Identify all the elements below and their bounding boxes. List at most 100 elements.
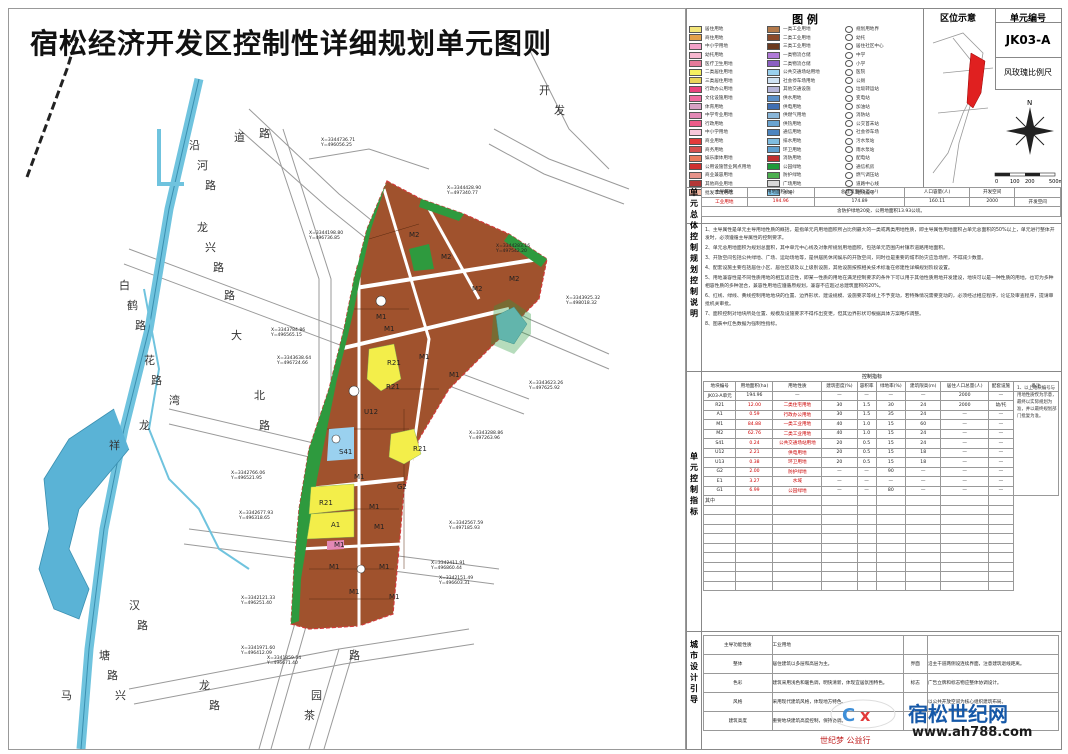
legend-label: 公共交通场站用地 [783, 70, 820, 76]
indicator-cell: 行政办公用地 [772, 409, 823, 420]
road-label: 路 [259, 419, 270, 432]
scale-label: 100 [1010, 179, 1020, 185]
road-label: 开 [539, 84, 550, 97]
legend-swatch [767, 128, 780, 136]
legend-swatch [689, 171, 702, 179]
empty-cell [987, 552, 1015, 563]
urban-design-cell: 建筑采用浅色和暖色调，明快清新，体现宜居氛围特色。 [771, 673, 904, 693]
legend-label: 二类工业用地 [783, 35, 811, 41]
legend-swatch [767, 137, 780, 145]
legend-col-3: 规划用地界 幼托 居住社区中心 中学 小学 医院 公厕 垃圾转运站 变电站 加油站 消防站 公交首末站… [845, 25, 923, 197]
legend-swatch [767, 34, 780, 42]
legend-item: 一类物流仓储 [767, 51, 845, 60]
legend-swatch [845, 60, 853, 68]
indicator-header: 居住人口总量(人) [940, 381, 989, 392]
empty-cell [987, 495, 1015, 506]
empty-cell [856, 580, 877, 591]
empty-cell [702, 542, 737, 553]
legend-label: 二类物流仓储 [783, 61, 811, 67]
legend-item: 公交首末站 [845, 120, 923, 129]
empty-cell [856, 561, 877, 572]
indicator-cell: 1.0 [856, 419, 877, 430]
urban-design-cell: 界面 [902, 654, 929, 674]
legend-swatch [689, 103, 702, 111]
legend-label: 环卫用地 [783, 147, 802, 153]
plot-label: R21 [386, 383, 400, 391]
coordinate-label: Y=496736.85 [308, 235, 340, 241]
road-label: 路 [107, 669, 118, 682]
indicator-cell: — [875, 390, 907, 401]
legend-swatch [845, 163, 853, 171]
empty-cell [904, 552, 942, 563]
indicator-remark: 1、以上地块编号与用地性质仅为示意，最终以实际规划为准，并以最终规划部门批复为准… [1017, 386, 1057, 419]
indicator-cell: 24 [904, 400, 942, 411]
urban-design-cell: 色彩 [703, 673, 773, 693]
legend-label: 公交首末站 [856, 121, 879, 127]
indicator-cell: — [904, 476, 942, 487]
coordinate-label: Y=496056.25 [320, 142, 352, 148]
legend-item: 商务用地 [689, 145, 767, 154]
indicator-cell: 60 [904, 419, 942, 430]
summary-cell: 194.96 [746, 196, 815, 207]
empty-cell [940, 542, 989, 553]
indicator-cell: G2 [702, 466, 737, 477]
legend-label: 幼托 [856, 35, 866, 41]
legend-label: 医疗卫生用地 [705, 61, 733, 67]
empty-cell [735, 580, 774, 591]
indicator-cell: — [940, 428, 989, 439]
legend-item: 三类居住用地 [689, 77, 767, 86]
empty-cell [821, 552, 858, 563]
empty-cell [821, 571, 858, 582]
empty-cell [875, 504, 907, 515]
road-label: 沿 [189, 139, 200, 152]
legend-swatch [845, 94, 853, 102]
road-label: 发 [554, 103, 565, 117]
legend-label: 通信机房 [856, 164, 875, 170]
road-label: 兴 [205, 241, 216, 254]
road-label: 龙 [197, 221, 208, 234]
empty-cell [735, 533, 774, 544]
legend-item: 中小学用地 [689, 42, 767, 51]
legend-label: 消防用地 [783, 156, 802, 162]
legend-label: 一类工业用地 [783, 27, 811, 33]
indicator-cell: — [940, 409, 989, 420]
empty-cell [735, 523, 774, 534]
indicator-cell: 3.27 [735, 476, 774, 487]
empty-cell [772, 571, 823, 582]
planning-map: M2 M2 M2 M2 M1 M1 M1 M1 R21 R21 R21 R21 A1 M1 M1 M1 M1 M1… [9, 9, 685, 750]
indicator-cell: M1 [702, 419, 737, 430]
summary-cell: 2000 [968, 196, 1016, 207]
empty-cell [987, 504, 1015, 515]
empty-cell [821, 561, 858, 572]
road-label: 龙 [199, 679, 210, 692]
legend-swatch [689, 85, 702, 93]
indicator-cell: 30 [875, 400, 907, 411]
legend-item: 居住社区中心 [845, 42, 923, 51]
road-label: 路 [137, 619, 148, 632]
legend-label: 供水用地 [783, 96, 802, 102]
indicator-cell: 一类工业用地 [772, 419, 823, 430]
watermark-logo-icon: C x [830, 699, 896, 729]
indicator-cell: — [940, 485, 989, 496]
plot-label: M1 [449, 371, 460, 379]
empty-cell [821, 514, 858, 525]
indicator-cell: 20 [821, 457, 858, 468]
empty-cell [875, 542, 907, 553]
urban-design-cell [902, 635, 929, 655]
summary-label: 单元总体控制 [687, 187, 702, 252]
legend-label: 商务用地 [705, 147, 724, 153]
plot-label: M1 [329, 563, 340, 571]
empty-cell [940, 533, 989, 544]
guidance-item: 4、配套设施主要包括居住小区、居住区级及以上级别设施，其他设施按照相关技术标准在… [705, 266, 953, 271]
legend-item: 加油站 [845, 102, 923, 111]
plot-label: M2 [472, 285, 483, 293]
legend-label: 排水用地 [783, 139, 802, 145]
empty-cell [904, 533, 942, 544]
indicator-cell: U12 [702, 447, 737, 458]
indicator-cell: — [987, 428, 1015, 439]
indicator-cell: M2 [702, 428, 737, 439]
road-label: 鹤 [127, 298, 138, 312]
indicator-cell: — [987, 485, 1015, 496]
legend-label: 一类物流仓储 [783, 53, 811, 59]
empty-cell [821, 504, 858, 515]
